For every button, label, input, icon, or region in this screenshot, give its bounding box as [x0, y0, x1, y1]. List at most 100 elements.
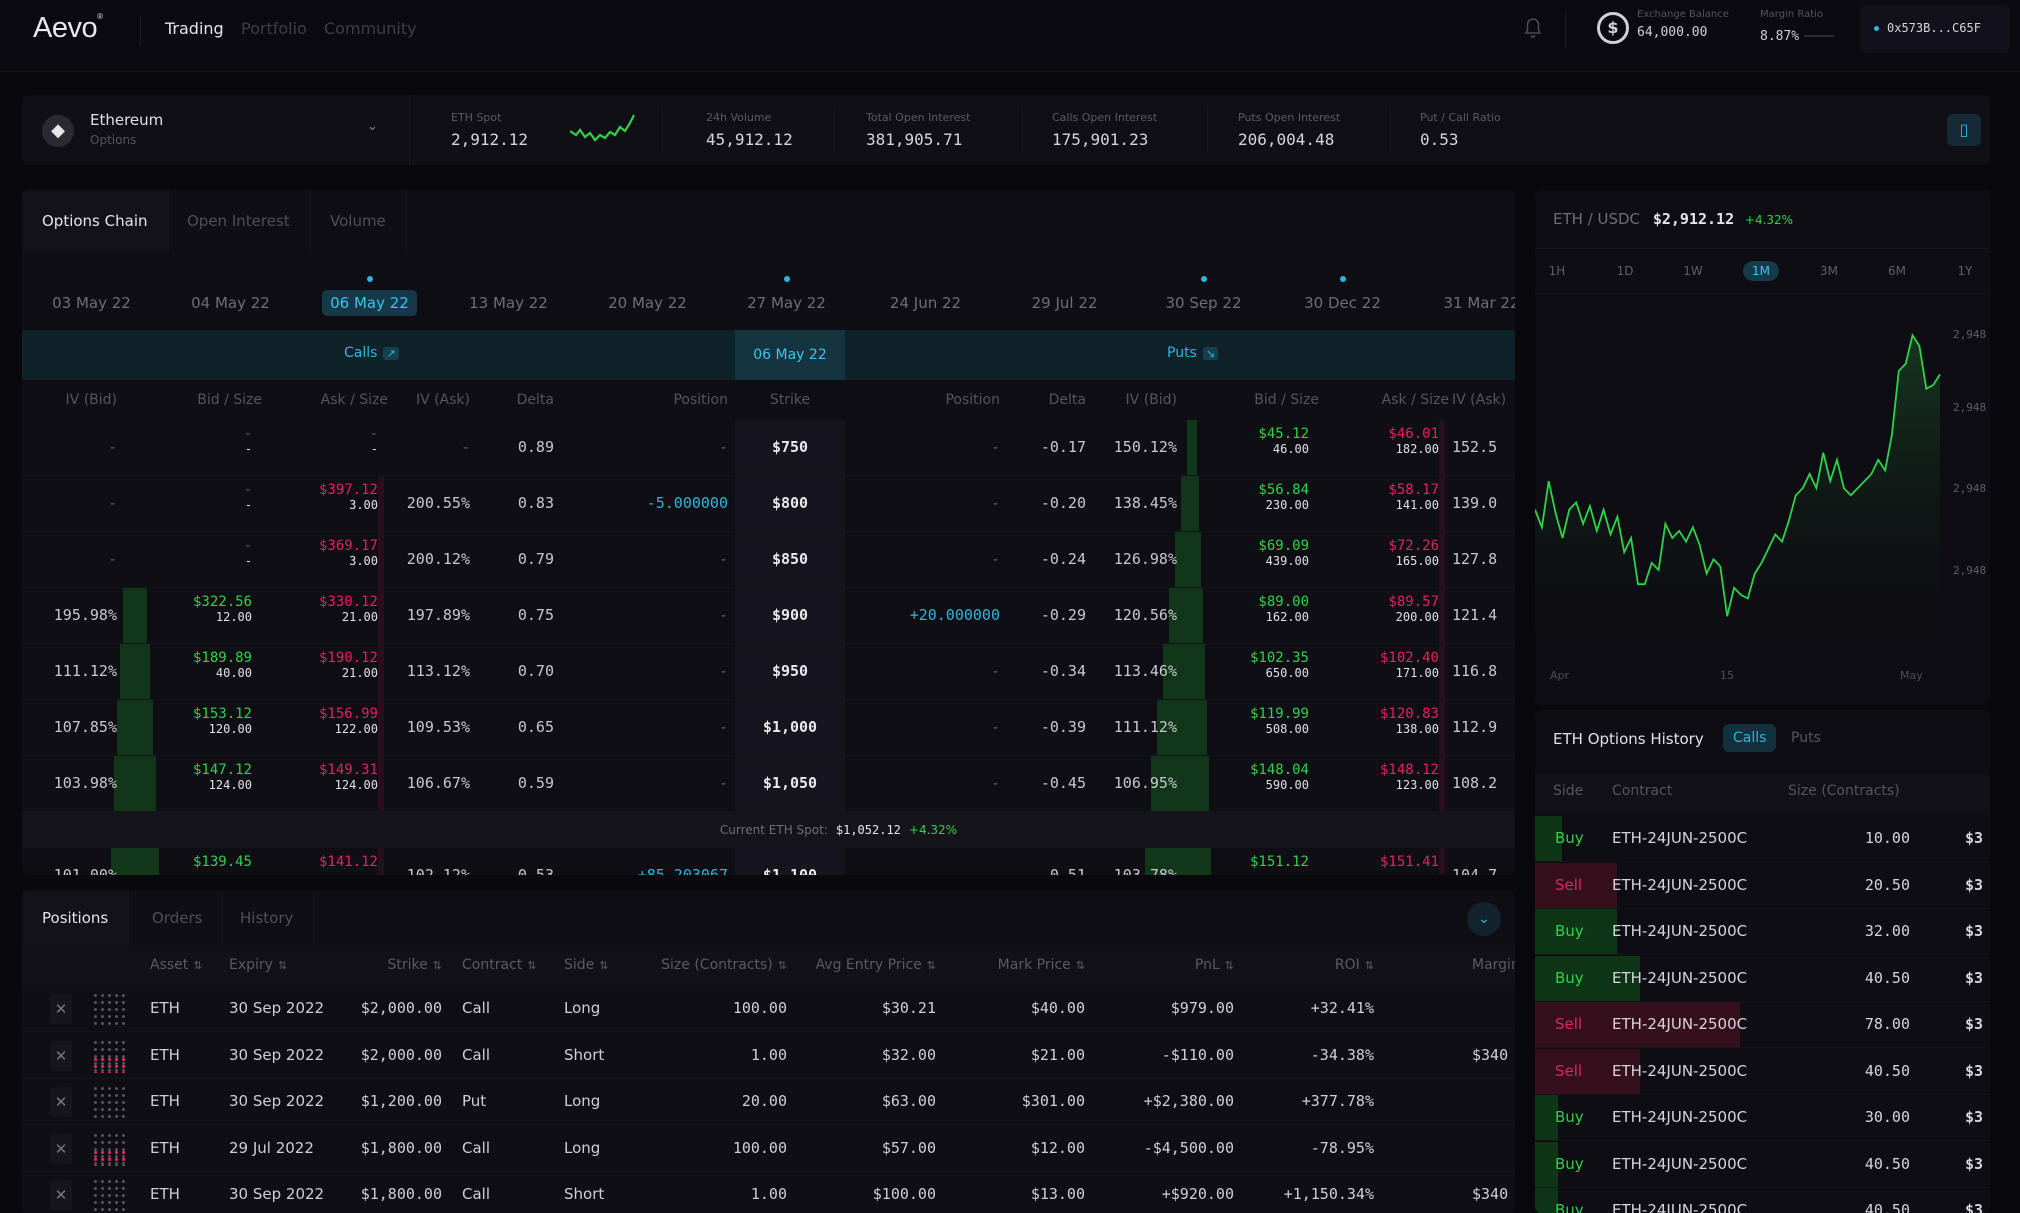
cell-c-pos[interactable]: -: [719, 550, 728, 568]
tab-volume[interactable]: Volume: [310, 190, 407, 252]
col-header-margin[interactable]: Margin: [1472, 957, 1515, 973]
cell-c-ask[interactable]: $397.12 3.00: [319, 482, 378, 512]
trade-row[interactable]: Buy ETH-24JUN-2500C 30.00 $3: [1535, 1095, 1990, 1141]
drag-handle-icon[interactable]: [92, 1178, 128, 1212]
cell-p-pos[interactable]: -: [991, 774, 1000, 792]
cell-p-pos[interactable]: -: [991, 662, 1000, 680]
bell-icon[interactable]: [1524, 17, 1542, 39]
range-3m[interactable]: 3M: [1811, 261, 1847, 281]
cell-c-bid[interactable]: $153.12 120.00: [193, 706, 252, 736]
position-row[interactable]: ✕ ETH 29 Jul 2022 $1,800.00 Call Long 100.00 $5…: [22, 1126, 1515, 1172]
tab-positions[interactable]: Positions: [22, 890, 130, 946]
cell-c-bid[interactable]: --: [244, 538, 252, 568]
expiry-27-may-22[interactable]: 27 May 22: [717, 276, 856, 316]
col-header-asset[interactable]: Asset ⇅: [150, 957, 203, 973]
collapse-chevron-icon[interactable]: ⌄: [1467, 902, 1501, 936]
expiry-04-may-22[interactable]: 04 May 22: [161, 290, 300, 316]
cell-c-pos[interactable]: +85.203067: [638, 866, 728, 875]
trade-row[interactable]: Buy ETH-24JUN-2500C 40.50 $3: [1535, 955, 1990, 1002]
chain-row-750[interactable]: - - - - - -0.89- $750- -0.17 150.12% $45.12 46.00 $…: [22, 420, 1515, 476]
expiry-06-may-22[interactable]: 06 May 22: [300, 276, 439, 316]
cell-c-ask[interactable]: $330.12 21.00: [319, 594, 378, 624]
expiry-20-may-22[interactable]: 20 May 22: [578, 290, 717, 316]
tab-history[interactable]: History: [220, 890, 315, 946]
cell-p-ask[interactable]: $58.17 141.00: [1388, 482, 1439, 512]
cell-c-bid[interactable]: $147.12 124.00: [193, 762, 252, 792]
range-1h[interactable]: 1H: [1539, 261, 1575, 281]
tab-open-interest[interactable]: Open Interest: [167, 190, 311, 252]
expiry-13-may-22[interactable]: 13 May 22: [439, 290, 578, 316]
range-1y[interactable]: 1Y: [1947, 261, 1983, 281]
cell-p-ask[interactable]: $151.41: [1380, 854, 1439, 870]
expiry-24-jun-22[interactable]: 24 Jun 22: [856, 290, 995, 316]
cell-c-pos[interactable]: -: [719, 774, 728, 792]
col-header-strike[interactable]: Strike ⇅: [388, 957, 442, 973]
trade-row[interactable]: Buy ETH-24JUN-2500C 32.00 $3: [1535, 909, 1990, 955]
nav-community[interactable]: Community: [324, 19, 417, 38]
col-header-size-contracts[interactable]: Size (Contracts) ⇅: [661, 957, 787, 973]
cell-p-bid[interactable]: $119.99 508.00: [1250, 706, 1309, 736]
position-row[interactable]: ✕ ETH 30 Sep 2022 $2,000.00 Call Long 100.00 $3…: [22, 986, 1515, 1032]
cell-p-pos[interactable]: -: [991, 494, 1000, 512]
tab-options-chain[interactable]: Options Chain: [22, 190, 169, 252]
expiry-31-mar-22[interactable]: 31 Mar 22: [1412, 290, 1515, 316]
cell-c-ask[interactable]: $141.12: [319, 854, 378, 870]
expiry-03-may-22[interactable]: 03 May 22: [22, 290, 161, 316]
cell-p-bid[interactable]: $151.12: [1250, 854, 1309, 870]
arrow-down-right-icon[interactable]: ↘: [1202, 347, 1219, 360]
tab-calls[interactable]: Calls: [1723, 724, 1777, 752]
trade-row[interactable]: Sell ETH-24JUN-2500C 40.50 $3: [1535, 1048, 1990, 1095]
cell-c-ask[interactable]: --: [370, 426, 378, 456]
col-header-expiry[interactable]: Expiry ⇅: [229, 957, 287, 973]
trade-row[interactable]: Buy ETH-24JUN-2500C 40.50 $3: [1535, 1141, 1990, 1188]
cell-p-bid[interactable]: $102.35 650.00: [1250, 650, 1309, 680]
cell-p-ask[interactable]: $72.26 165.00: [1388, 538, 1439, 568]
cell-p-pos[interactable]: -: [991, 718, 1000, 736]
trade-row[interactable]: Buy ETH-24JUN-2500C 40.50 $3: [1535, 1188, 1990, 1213]
cell-c-bid[interactable]: $139.45: [193, 854, 252, 870]
trade-row[interactable]: Buy ETH-24JUN-2500C 10.00 $3: [1535, 816, 1990, 862]
cell-p-ask[interactable]: $102.40 171.00: [1380, 650, 1439, 680]
cell-c-pos[interactable]: -: [719, 606, 728, 624]
cell-c-bid[interactable]: $322.56 12.00: [193, 594, 252, 624]
col-header-contract[interactable]: Contract ⇅: [462, 957, 536, 973]
col-header-roi[interactable]: ROI ⇅: [1335, 957, 1374, 973]
cell-c-pos[interactable]: -: [719, 438, 728, 456]
cell-p-bid[interactable]: $89.00 162.00: [1258, 594, 1309, 624]
nav-trading[interactable]: Trading: [165, 19, 224, 38]
cell-p-bid[interactable]: $56.84 230.00: [1258, 482, 1309, 512]
drag-handle-icon[interactable]: [92, 1085, 128, 1119]
position-row[interactable]: ✕ ETH 30 Sep 2022 $1,200.00 Put Long 20.00 $63.…: [22, 1079, 1515, 1125]
cell-c-pos[interactable]: -: [719, 718, 728, 736]
cell-c-bid[interactable]: --: [244, 426, 252, 456]
cell-c-ask[interactable]: $369.17 3.00: [319, 538, 378, 568]
arrow-up-right-icon[interactable]: ↗: [383, 347, 399, 360]
cell-c-pos[interactable]: -: [719, 662, 728, 680]
cell-p-bid[interactable]: $45.12 46.00: [1258, 426, 1309, 456]
chain-row-800[interactable]: - - - $397.12 3.00 200.55% 0.83 -5.000000 $800- -…: [22, 476, 1515, 532]
nav-portfolio[interactable]: Portfolio: [241, 19, 307, 38]
cell-p-ask[interactable]: $89.57 200.00: [1388, 594, 1439, 624]
close-position-icon[interactable]: ✕: [50, 994, 72, 1024]
chain-row-1050[interactable]: 103.98% $147.12 124.00 $149.31 124.00 106.67%…: [22, 756, 1515, 812]
tab-orders[interactable]: Orders: [132, 890, 224, 946]
expiry-30-sep-22[interactable]: 30 Sep 22: [1134, 276, 1273, 316]
range-1m[interactable]: 1M: [1743, 261, 1779, 281]
close-position-icon[interactable]: ✕: [50, 1180, 72, 1210]
cell-p-ask[interactable]: $148.12 123.00: [1380, 762, 1439, 792]
expiry-30-dec-22[interactable]: 30 Dec 22: [1273, 276, 1412, 316]
chain-row-1000[interactable]: 107.85% $153.12 120.00 $156.99 122.00 109.53%…: [22, 700, 1515, 756]
cell-p-pos[interactable]: +20.000000: [910, 606, 1000, 624]
chain-row-900[interactable]: 195.98% $322.56 12.00 $330.12 21.00 197.89% 0.…: [22, 588, 1515, 644]
chain-row-850[interactable]: - - - $369.17 3.00 200.12% 0.79- $850- -0.24 126.…: [22, 532, 1515, 588]
position-row[interactable]: ✕ ETH 30 Sep 2022 $2,000.00 Call Short 1.00 $32…: [22, 1033, 1515, 1079]
cell-p-pos[interactable]: -: [991, 866, 1000, 875]
cell-p-bid[interactable]: $69.09 439.00: [1258, 538, 1309, 568]
cell-p-pos[interactable]: -: [991, 438, 1000, 456]
chain-row-950[interactable]: 111.12% $189.89 40.00 $190.12 21.00 113.12% 0.…: [22, 644, 1515, 700]
col-header-side[interactable]: Side ⇅: [564, 957, 609, 973]
wallet-button[interactable]: 0x573B...C65F: [1860, 5, 2010, 53]
chain-row-1100[interactable]: 101.00% $139.45 $141.12 102.12% 0.53 +85.2030…: [22, 848, 1515, 875]
range-1w[interactable]: 1W: [1675, 261, 1711, 281]
close-position-icon[interactable]: ✕: [50, 1087, 72, 1117]
